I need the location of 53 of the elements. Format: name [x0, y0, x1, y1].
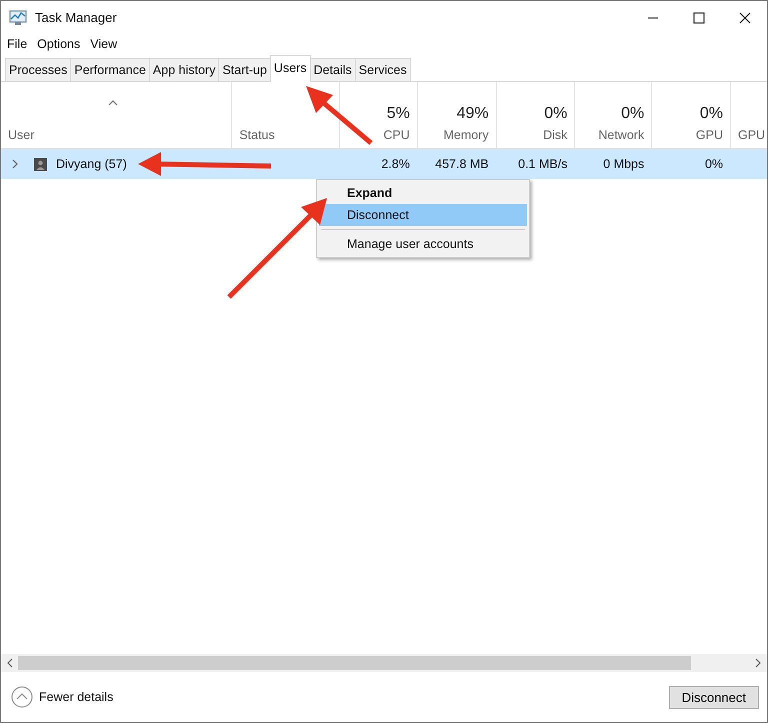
user-name: Divyang (57)	[56, 157, 127, 171]
tab[interactable]: Users	[270, 55, 311, 82]
column-label: GPU	[738, 128, 766, 142]
window-title: Task Manager	[35, 10, 117, 25]
column-header[interactable]: 0% Network	[575, 82, 652, 148]
menu-item[interactable]: Manage user accounts	[319, 233, 527, 255]
fewer-details-link[interactable]: Fewer details	[11, 686, 114, 708]
tab[interactable]: Performance	[70, 58, 150, 81]
table-cell: 457.8 MB	[435, 157, 489, 171]
column-label: Network	[598, 128, 644, 142]
tab[interactable]: App history	[148, 58, 220, 81]
usage-percent: 0%	[544, 105, 568, 123]
scroll-right-icon[interactable]	[754, 658, 762, 668]
horizontal-scrollbar[interactable]	[1, 654, 767, 672]
table-cell: 2.8%	[381, 157, 410, 171]
column-header[interactable]: 0% GPU	[652, 82, 731, 148]
column-header[interactable]: 5% CPU	[340, 82, 418, 148]
menu-item[interactable]: Options	[37, 37, 80, 51]
column-header[interactable]: 0% Disk	[496, 82, 576, 148]
tab[interactable]: Details	[310, 58, 356, 81]
maximize-icon[interactable]	[693, 12, 705, 24]
arrow	[306, 86, 373, 145]
column-header[interactable]: 49% Memory	[418, 82, 497, 148]
table-cell: 0 Mbps	[603, 157, 644, 171]
menu-item[interactable]: File	[7, 37, 28, 51]
scroll-left-icon[interactable]	[6, 658, 14, 668]
usage-percent: 0%	[621, 105, 644, 123]
column-label: User	[8, 128, 34, 142]
table-row[interactable]: Divyang (57) 2.8% 457.8 MB 0.1 MB/s 0 Mbps 0%	[1, 149, 767, 179]
column-label: Memory	[443, 128, 489, 142]
usage-percent: 5%	[386, 105, 410, 123]
close-icon[interactable]	[739, 12, 751, 24]
column-header[interactable]: GPU	[731, 82, 767, 148]
collapse-icon	[11, 686, 33, 708]
expand-chevron-icon[interactable]	[11, 159, 19, 169]
usage-percent: 49%	[456, 105, 489, 123]
tab[interactable]: Processes	[5, 58, 72, 81]
column-label: GPU	[696, 128, 723, 142]
column-label: Status	[239, 128, 275, 142]
disconnect-button[interactable]: Disconnect	[668, 686, 759, 708]
menu-item[interactable]: Disconnect	[319, 204, 527, 226]
column-label: CPU	[383, 128, 410, 142]
usage-percent: 0%	[700, 105, 723, 123]
menu-item[interactable]: View	[90, 37, 118, 51]
table-cell: 0%	[704, 157, 724, 171]
column-header[interactable]: User	[1, 82, 232, 148]
table-cell: 0.1 MB/s	[518, 157, 568, 171]
user-icon	[34, 158, 47, 170]
app-icon	[9, 10, 27, 26]
menu-item[interactable]: Expand	[319, 182, 527, 204]
tab[interactable]: Start-up	[218, 58, 271, 81]
column-label: Disk	[543, 128, 568, 142]
tab[interactable]: Services	[354, 58, 411, 81]
